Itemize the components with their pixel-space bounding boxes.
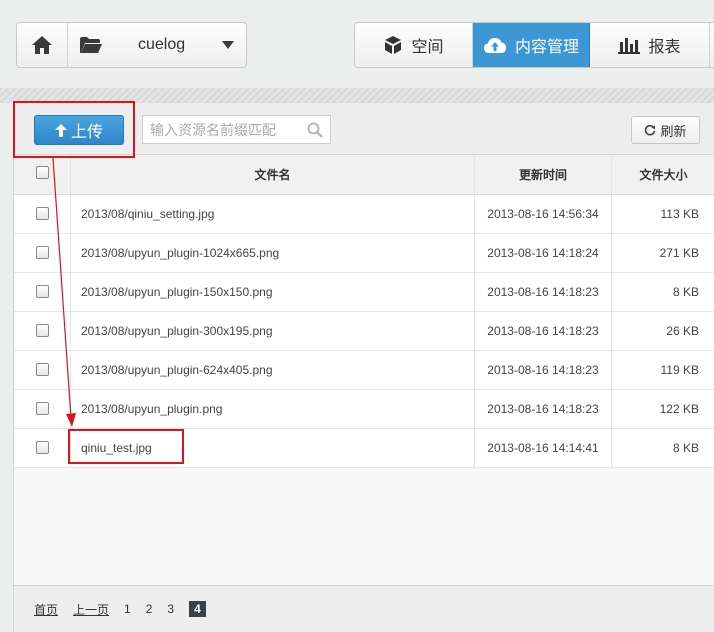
main-nav-tabs: 空间 内容管理 报表 xyxy=(354,22,714,68)
table-row: 2013/08/qiniu_setting.jpg 2013-08-16 14:… xyxy=(14,195,714,234)
row-check-cell xyxy=(14,273,71,311)
bucket-selector[interactable]: cuelog xyxy=(16,22,247,68)
file-name[interactable]: 2013/08/upyun_plugin.png xyxy=(71,390,475,428)
search-box xyxy=(142,115,331,144)
home-icon xyxy=(32,36,52,54)
pagination-page[interactable]: 1 xyxy=(124,602,131,616)
select-all-checkbox[interactable] xyxy=(35,166,49,179)
row-check-cell xyxy=(14,351,71,389)
row-checkbox[interactable] xyxy=(35,246,49,259)
tab-space[interactable]: 空间 xyxy=(355,23,473,67)
select-all-cell xyxy=(14,155,71,194)
row-check-cell xyxy=(14,195,71,233)
row-checkbox[interactable] xyxy=(35,402,49,415)
file-name[interactable]: 2013/08/upyun_plugin-150x150.png xyxy=(71,273,475,311)
refresh-icon xyxy=(645,124,656,136)
file-size: 122 KB xyxy=(659,402,699,416)
header-size[interactable]: 文件大小 xyxy=(612,155,714,194)
file-name[interactable]: 2013/08/upyun_plugin-1024x665.png xyxy=(71,234,475,272)
bucket-name[interactable]: cuelog xyxy=(114,36,210,54)
top-navigation: cuelog 空间 内容管理 报表 xyxy=(0,0,714,90)
tab-content-management[interactable]: 内容管理 xyxy=(473,23,590,67)
header-name[interactable]: 文件名 xyxy=(71,155,475,194)
row-checkbox[interactable] xyxy=(35,285,49,298)
file-size: 8 KB xyxy=(672,285,699,299)
file-name[interactable]: 2013/08/upyun_plugin-300x195.png xyxy=(71,312,475,350)
tab-reports[interactable]: 报表 xyxy=(590,23,710,67)
file-size: 26 KB xyxy=(666,324,699,338)
tab-content-management-label: 内容管理 xyxy=(514,39,579,56)
annotation-box-upload xyxy=(13,101,135,158)
file-name[interactable]: 2013/08/qiniu_setting.jpg xyxy=(71,195,475,233)
folder-open-icon xyxy=(80,37,102,53)
cloud-upload-icon xyxy=(483,38,506,53)
file-name[interactable]: 2013/08/upyun_plugin-624x405.png xyxy=(71,351,475,389)
pagination-prev[interactable]: 上一页 xyxy=(73,601,109,618)
bar-chart-icon xyxy=(618,38,641,54)
row-check-cell xyxy=(14,390,71,428)
search-input[interactable] xyxy=(143,116,303,143)
file-size: 113 KB xyxy=(660,207,699,221)
home-button[interactable] xyxy=(17,23,68,67)
row-checkbox[interactable] xyxy=(35,207,49,220)
tab-space-label: 空间 xyxy=(411,39,444,56)
row-check-cell xyxy=(14,312,71,350)
search-icon[interactable] xyxy=(303,122,327,138)
refresh-button-label: 刷新 xyxy=(660,123,687,139)
pagination-page[interactable]: 2 xyxy=(146,602,153,616)
file-time: 2013-08-16 14:18:23 xyxy=(475,351,612,389)
pagination-current-page: 4 xyxy=(189,601,206,617)
table-row: 2013/08/upyun_plugin-624x405.png 2013-08… xyxy=(14,351,714,390)
file-time: 2013-08-16 14:14:41 xyxy=(475,429,612,467)
file-table: 文件名 更新时间 文件大小 2013/08/qiniu_setting.jpg … xyxy=(14,155,714,468)
file-time: 2013-08-16 14:18:23 xyxy=(475,312,612,350)
chevron-down-icon[interactable] xyxy=(210,41,246,49)
header-time[interactable]: 更新时间 xyxy=(475,155,612,194)
refresh-button[interactable]: 刷新 xyxy=(631,116,700,144)
row-check-cell xyxy=(14,429,71,467)
table-header: 文件名 更新时间 文件大小 xyxy=(14,155,714,195)
row-checkbox[interactable] xyxy=(35,441,49,454)
pagination-first[interactable]: 首页 xyxy=(34,601,58,618)
annotation-box-new-file xyxy=(68,429,184,464)
file-size: 119 KB xyxy=(660,363,699,377)
file-time: 2013-08-16 14:18:24 xyxy=(475,234,612,272)
row-checkbox[interactable] xyxy=(35,324,49,337)
tab-reports-label: 报表 xyxy=(648,39,681,56)
file-size: 271 KB xyxy=(659,246,699,260)
table-row: 2013/08/upyun_plugin-150x150.png 2013-08… xyxy=(14,273,714,312)
table-row: 2013/08/upyun_plugin-300x195.png 2013-08… xyxy=(14,312,714,351)
pagination: 首页 上一页 1 2 3 4 xyxy=(14,585,714,632)
file-time: 2013-08-16 14:18:23 xyxy=(475,273,612,311)
pagination-page[interactable]: 3 xyxy=(167,602,174,616)
box-icon xyxy=(385,36,402,54)
table-row: 2013/08/upyun_plugin-1024x665.png 2013-0… xyxy=(14,234,714,273)
file-time: 2013-08-16 14:18:23 xyxy=(475,390,612,428)
file-time: 2013-08-16 14:56:34 xyxy=(475,195,612,233)
file-size: 8 KB xyxy=(672,441,699,455)
table-row: 2013/08/upyun_plugin.png 2013-08-16 14:1… xyxy=(14,390,714,429)
row-check-cell xyxy=(14,234,71,272)
row-checkbox[interactable] xyxy=(35,363,49,376)
folder-icon-wrap xyxy=(68,23,114,67)
content-panel: 上传 刷新 文件名 更新时间 文件大小 xyxy=(13,103,714,632)
